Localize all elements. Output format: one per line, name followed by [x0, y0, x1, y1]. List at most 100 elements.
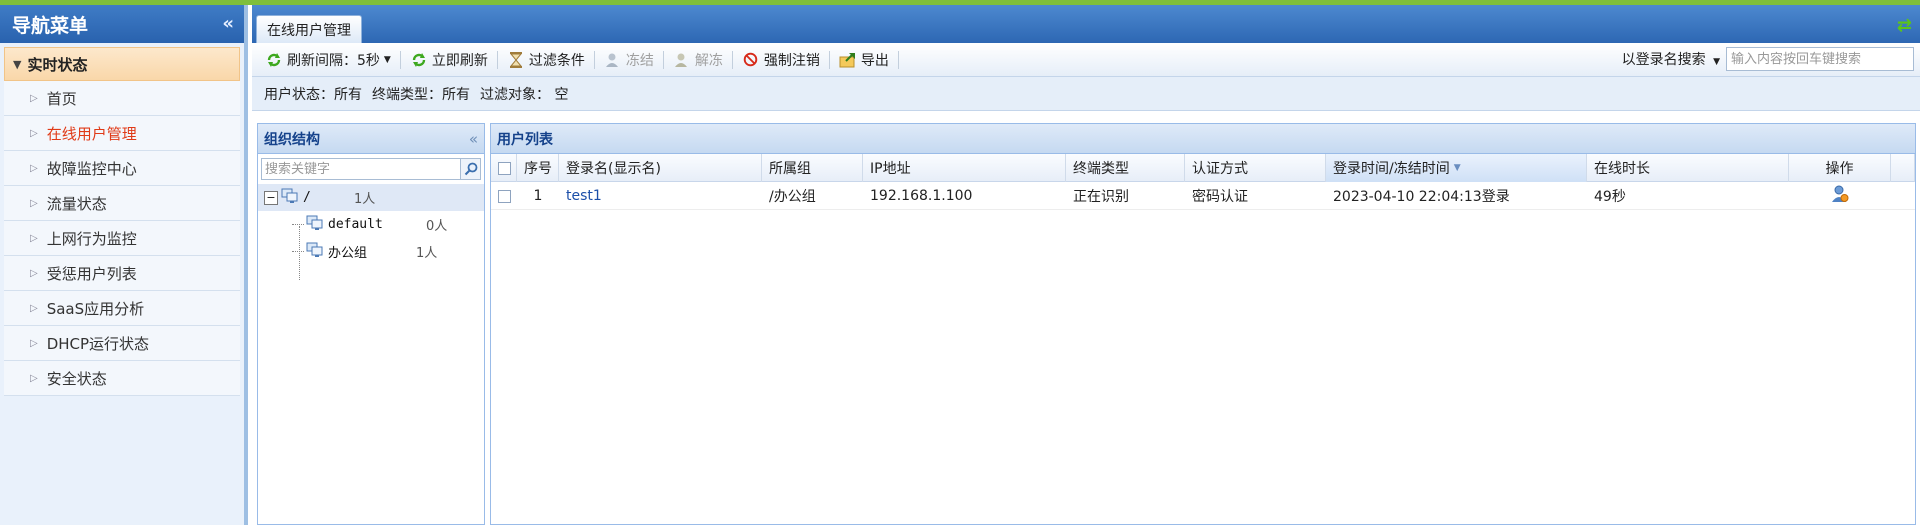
column-header-label: IP地址 [870, 161, 911, 177]
refresh-green-icon [410, 51, 428, 69]
table-row[interactable]: 1 test1 /办公组 192.168.1.100 正在识别 密码认证 202… [491, 182, 1915, 210]
nav-item-saas-analysis[interactable]: ▷ SaaS应用分析 [4, 291, 240, 326]
export-label: 导出 [860, 52, 889, 69]
chevron-right-icon: ▷ [30, 92, 38, 104]
freeze-label: 冻结 [625, 52, 654, 69]
refresh-interval-label: 刷新间隔：5秒 [287, 52, 380, 69]
tree-connector [299, 226, 300, 280]
row-checkbox-cell[interactable] [491, 182, 517, 210]
tree-node-default[interactable]: default 0人 [258, 211, 484, 238]
grid-header: 序号 登录名(显示名) 所属组 IP地址 终端类型 认证方式 登录时间/冻结时间… [491, 154, 1915, 182]
column-header-online-duration[interactable]: 在线时长 [1587, 154, 1789, 182]
search-input[interactable] [1726, 47, 1914, 71]
nav-item-label: 故障监控中心 [46, 159, 137, 178]
nav-item-dhcp-status[interactable]: ▷ DHCP运行状态 [4, 326, 240, 361]
nav-list: ▷ 首页 ▷ 在线用户管理 ▷ 故障监控中心 ▷ 流量状态 ▷ 上网行为监控 ▷ 受惩用户列… [4, 81, 240, 396]
freeze-button[interactable]: 冻结 [597, 47, 661, 73]
column-header-group[interactable]: 所属组 [762, 154, 863, 182]
user-list-header: 用户列表 [491, 124, 1915, 154]
search-mode-label: 以登录名搜索 [1621, 52, 1706, 68]
tree-node-count: 1人 [354, 192, 376, 207]
tree-node-count: 1人 [416, 246, 438, 261]
cell-action [1789, 182, 1891, 210]
search-mode-dropdown[interactable]: 以登录名搜索 ▼ [1622, 49, 1720, 69]
prohibit-icon [742, 51, 760, 69]
column-header-login-time[interactable]: 登录时间/冻结时间 ▼ [1326, 154, 1587, 182]
nav-item-traffic[interactable]: ▷ 流量状态 [4, 186, 240, 221]
collapse-left-icon[interactable]: « [222, 13, 234, 34]
column-header-terminal-type[interactable]: 终端类型 [1066, 154, 1185, 182]
sort-desc-icon: ▼ [1453, 163, 1461, 173]
nav-item-home[interactable]: ▷ 首页 [4, 81, 240, 116]
computer-group-icon [281, 188, 299, 208]
org-search-input[interactable] [261, 158, 461, 180]
cell-online-duration: 49秒 [1594, 189, 1626, 205]
column-header-login-name[interactable]: 登录名(显示名) [559, 154, 762, 182]
org-structure-panel: 组织结构 « − / 1人 default 0人 [257, 123, 485, 525]
nav-item-security-status[interactable]: ▷ 安全状态 [4, 361, 240, 396]
nav-item-behavior-monitor[interactable]: ▷ 上网行为监控 [4, 221, 240, 256]
collapse-left-icon[interactable]: « [469, 130, 478, 148]
filter-label: 过滤条件 [528, 52, 585, 69]
cell-ip: 192.168.1.100 [870, 188, 973, 204]
login-name-link[interactable]: test1 [566, 188, 602, 204]
nav-item-punished-users[interactable]: ▷ 受惩用户列表 [4, 256, 240, 291]
nav-item-label: SaaS应用分析 [46, 299, 145, 318]
nav-item-label: 流量状态 [46, 194, 107, 213]
toolbar: 刷新间隔：5秒 ▼ 立即刷新 过滤条件 冻结 解冻 强制注销 导出 以登录名搜索… [252, 43, 1920, 77]
tree-node-label: / [303, 190, 311, 205]
tree-node-root[interactable]: − / 1人 [258, 184, 484, 211]
select-all-checkbox-cell[interactable] [491, 154, 517, 182]
force-logout-button[interactable]: 强制注销 [735, 47, 827, 73]
force-logout-label: 强制注销 [763, 52, 820, 69]
export-button[interactable]: 导出 [832, 47, 896, 73]
select-all-checkbox[interactable] [498, 161, 511, 175]
search-icon[interactable] [461, 158, 481, 180]
nav-item-label: 安全状态 [46, 369, 107, 388]
nav-item-fault-monitor[interactable]: ▷ 故障监控中心 [4, 151, 240, 186]
export-folder-icon [839, 51, 857, 69]
column-header-label: 登录时间/冻结时间 [1333, 161, 1450, 177]
triangle-down-icon: ▼ [13, 57, 22, 71]
cell-index: 1 [533, 188, 543, 204]
column-header-auth-method[interactable]: 认证方式 [1185, 154, 1326, 182]
toolbar-separator [897, 50, 899, 69]
refresh-interval-dropdown[interactable]: 刷新间隔：5秒 ▼ [258, 47, 398, 73]
refresh-now-button[interactable]: 立即刷新 [403, 47, 495, 73]
user-status-filter: 用户状态：所有 [264, 86, 362, 103]
cell-login-name: test1 [559, 182, 762, 210]
dropdown-arrow-icon: ▼ [383, 54, 391, 65]
unfreeze-button[interactable]: 解冻 [666, 47, 730, 73]
unfreeze-label: 解冻 [694, 52, 723, 69]
terminal-type-filter: 终端类型：所有 [372, 86, 470, 103]
column-header-index[interactable]: 序号 [517, 154, 559, 182]
dropdown-arrow-icon: ▼ [1713, 57, 1720, 67]
nav-section-realtime[interactable]: ▼ 实时状态 [4, 47, 240, 81]
cell-terminal-type: 正在识别 [1073, 189, 1129, 205]
toolbar-separator [731, 50, 733, 69]
column-header-label: 操作 [1825, 161, 1854, 177]
filter-object: 过滤对象： 空 [480, 86, 569, 103]
org-panel-title: 组织结构 [264, 131, 320, 148]
refresh-now-label: 立即刷新 [431, 52, 488, 69]
cell-auth-method: 密码认证 [1192, 189, 1248, 205]
column-header-label: 终端类型 [1073, 161, 1129, 177]
column-header-action[interactable]: 操作 [1789, 154, 1891, 182]
chevron-right-icon: ▷ [30, 162, 38, 174]
nav-item-label: 上网行为监控 [46, 229, 137, 248]
chevron-right-icon: ▷ [30, 267, 38, 279]
tree-node-label: default [328, 217, 383, 232]
cell-group: /办公组 [769, 189, 816, 205]
user-action-icon[interactable] [1831, 185, 1849, 207]
tree-node-office[interactable]: 办公组 1人 [258, 238, 484, 265]
tab-online-users[interactable]: 在线用户管理 [256, 15, 362, 43]
collapse-tree-icon[interactable]: − [264, 190, 278, 205]
row-checkbox[interactable] [498, 189, 511, 203]
column-header-ip[interactable]: IP地址 [863, 154, 1066, 182]
user-list-panel: 用户列表 序号 登录名(显示名) 所属组 IP地址 终端类型 认证方式 登录时间… [490, 123, 1916, 525]
tab-label: 在线用户管理 [267, 22, 351, 39]
filter-button[interactable]: 过滤条件 [500, 47, 592, 73]
column-header-label: 所属组 [769, 161, 811, 177]
refresh-icon[interactable]: ⇄ [1897, 15, 1912, 36]
nav-item-online-users[interactable]: ▷ 在线用户管理 [4, 116, 240, 151]
